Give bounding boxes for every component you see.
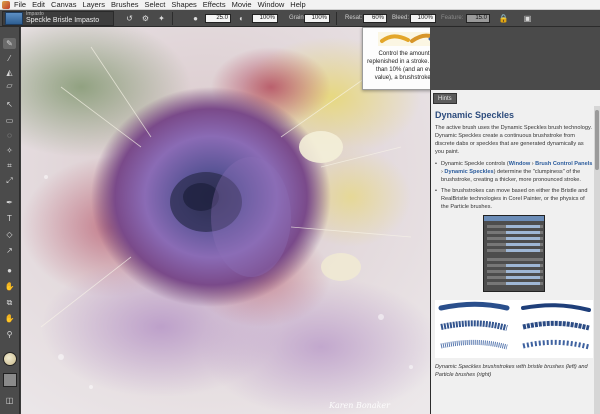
magnifier-icon[interactable]: ⚲ [3,329,16,340]
hand-icon[interactable]: ✋ [3,313,16,324]
transform-icon[interactable]: ⤢ [3,175,16,186]
grain-field[interactable]: 100% [304,14,330,23]
separator [172,12,173,25]
toolbox: ✎ ⁄ ◭ ▱ ↖ ▭ ◌ ✧ ⌗ ⤢ ✒ T ◇ ↗ ● ✋ ⧉ ✋ ⚲ ◫ [0,27,20,414]
link-window[interactable]: Window [509,161,530,167]
paper-swatch[interactable] [3,373,17,387]
panel-scrollbar[interactable] [594,106,600,414]
panel-image-row [487,258,543,261]
eraser-icon[interactable]: ▱ [3,80,16,91]
panel-image-slider [506,270,540,273]
panel-image-slider [506,225,540,228]
crop-icon[interactable]: ⌗ [3,160,16,171]
resat-field[interactable]: 60% [363,14,387,23]
menu-file[interactable]: File [14,0,26,10]
menu-help[interactable]: Help [290,0,305,10]
panel-image-slider [506,249,540,252]
lasso-icon[interactable]: ◌ [3,130,16,141]
opacity-field[interactable]: 100% [252,14,278,23]
hints-panel: Hints Dynamic Speckles The active brush … [430,90,600,414]
preview-icon[interactable]: ▣ [522,13,533,24]
panel-image-slider [506,276,540,279]
pen-icon[interactable]: ✒ [3,197,16,208]
panel-image-slider [506,237,540,240]
dodge-icon[interactable]: ● [3,265,16,276]
menu-movie[interactable]: Movie [232,0,252,10]
tab-hints[interactable]: Hints [433,93,457,104]
cloner-icon[interactable]: ⧉ [3,297,16,308]
magic-wand-icon[interactable]: ✧ [3,145,16,156]
size-field[interactable]: 25.0 [205,14,231,23]
opacity-icon: ◐ [239,14,244,23]
menu-effects[interactable]: Effects [203,0,226,10]
shape-selection-icon[interactable]: ↗ [3,245,16,256]
brush-thumbnail [5,12,23,25]
menu-brushes[interactable]: Brushes [111,0,139,10]
lock-icon[interactable]: 🔒 [498,13,509,24]
hints-intro: The active brush uses the Dynamic Speckl… [435,125,592,155]
menu-canvas[interactable]: Canvas [51,0,76,10]
size-icon: ● [193,14,198,23]
hints-title: Dynamic Speckles [435,110,515,120]
menu-window[interactable]: Window [258,0,285,10]
hints-content: Dynamic Speckles The active brush uses t… [435,110,593,379]
strokes-caption: Dynamic Speckles brushstrokes with brist… [435,364,588,378]
panel-image-slider [506,264,540,267]
bleed-field[interactable]: 100% [410,14,436,23]
bleed-label: Bleed: [392,15,410,21]
smudge-icon[interactable]: ✋ [3,281,16,292]
property-bar: Impasto Speckle Bristle Impasto ↺ ⚙ ✦ ● … [0,10,600,27]
feature-label: Feature: [441,15,464,21]
panel-image-titlebar [484,216,544,221]
link-brush-control-panels[interactable]: Brush Control Panels [535,161,592,167]
menu-select[interactable]: Select [145,0,166,10]
paint-bucket-icon[interactable]: ◭ [3,67,16,78]
menu-shapes[interactable]: Shapes [171,0,196,10]
menu-bar: File Edit Canvas Layers Brushes Select S… [0,0,600,10]
text-icon[interactable]: T [3,213,16,224]
main-color-swatch[interactable] [3,352,17,366]
dab-type-icon[interactable]: ✦ [156,13,167,24]
rect-selection-icon[interactable]: ▭ [3,115,16,126]
shape-icon[interactable]: ◇ [3,229,16,240]
grain-label: Grain: [289,15,306,21]
brush-reset-icon[interactable]: ↺ [124,13,135,24]
eyedropper-icon[interactable]: ⁄ [3,53,16,64]
link-dynamic-speckles[interactable]: Dynamic Speckles [444,169,493,175]
menu-edit[interactable]: Edit [32,0,45,10]
panel-dock-area [430,27,600,90]
layer-adjuster-icon[interactable]: ↖ [3,99,16,110]
painter-app-icon [2,0,10,9]
brush-variant: Speckle Bristle Impasto [26,17,100,24]
panel-image-slider [506,243,540,246]
feature-field[interactable]: 15.0 [466,14,490,23]
menu-layers[interactable]: Layers [82,0,105,10]
scrollbar-thumb[interactable] [595,110,599,170]
panel-image-slider [506,231,540,234]
resat-label: Resat: [345,15,363,21]
dynamic-speckles-panel-image [483,215,545,292]
artist-signature: Karen Bonaker [328,401,390,410]
mirror-icon[interactable]: ◫ [3,395,16,406]
panel-image-slider [506,282,540,285]
bullet-1-prefix: Dynamic Speckle controls ( [441,161,509,167]
brush-tool-icon[interactable]: ✎ [3,38,16,49]
hints-bullet-1: Dynamic Speckle controls (Window › Brush… [435,160,593,184]
separator [336,12,337,25]
hints-bullet-2: The brushstrokes can move based on eithe… [435,187,593,211]
brush-options-icon[interactable]: ⚙ [140,13,151,24]
brush-selector[interactable]: Impasto Speckle Bristle Impasto [2,11,114,26]
brushstroke-examples-image [435,300,593,358]
